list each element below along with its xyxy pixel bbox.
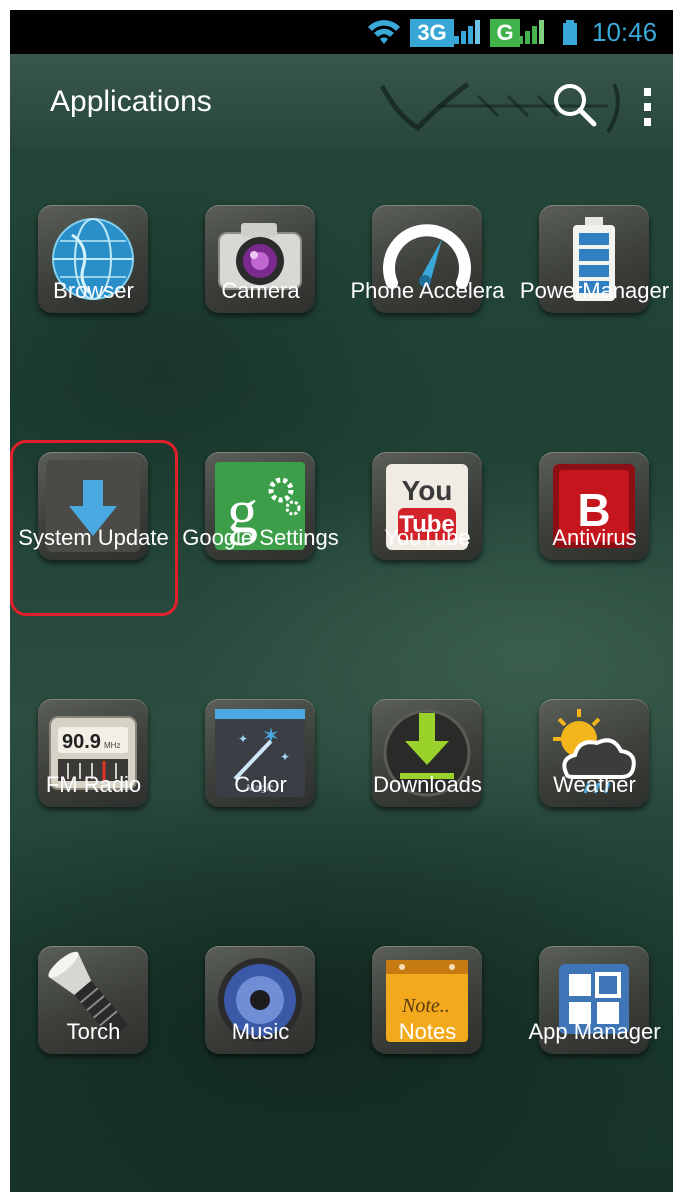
app-label: Notes xyxy=(398,1019,457,1044)
overflow-menu-icon xyxy=(644,88,651,126)
app-label: Color xyxy=(234,772,287,797)
selection-highlight xyxy=(10,440,178,616)
app-label: Antivirus xyxy=(552,525,637,550)
svg-text:MHz: MHz xyxy=(104,741,120,750)
app-label: Torch xyxy=(66,1019,121,1044)
app-label: Google Settings xyxy=(182,525,339,550)
app-label: Music xyxy=(231,1019,290,1044)
app-bar: Applications xyxy=(10,54,673,151)
app-label: Browser xyxy=(53,278,134,303)
network-3g-badge: 3G xyxy=(410,19,454,47)
clock: 10:46 xyxy=(592,17,658,47)
wifi-icon xyxy=(366,10,406,54)
overflow-menu-button[interactable] xyxy=(638,86,658,130)
svg-text:Note..: Note.. xyxy=(401,995,450,1017)
app-grid: Browser Camera Phone Accelera PowerManag… xyxy=(10,150,673,1192)
page-title: Applications xyxy=(50,85,212,118)
app-label: FM Radio xyxy=(45,772,142,797)
app-label: Phone Accelera xyxy=(350,278,505,303)
app-label: YouTube xyxy=(384,525,471,550)
svg-text:You: You xyxy=(402,475,453,506)
signal-bars-icon-2 xyxy=(516,10,550,54)
search-button[interactable] xyxy=(548,80,604,132)
app-label: Weather xyxy=(553,772,636,797)
status-bar: 3G G 10:46 xyxy=(10,10,673,54)
battery-icon xyxy=(562,10,580,54)
app-label: Downloads xyxy=(373,772,482,797)
svg-text:✦: ✦ xyxy=(280,750,290,764)
app-label: PowerManager xyxy=(519,278,670,303)
app-label: App Manager xyxy=(528,1019,661,1044)
svg-text:✦: ✦ xyxy=(238,732,248,746)
search-icon xyxy=(554,84,597,127)
app-label: Camera xyxy=(221,278,300,303)
svg-text:90.9: 90.9 xyxy=(62,731,101,753)
svg-text:✶: ✶ xyxy=(262,723,280,748)
signal-bars-icon xyxy=(452,10,486,54)
home-screen: 3G G 10:46 Applications Browser Camera P… xyxy=(10,10,673,1192)
